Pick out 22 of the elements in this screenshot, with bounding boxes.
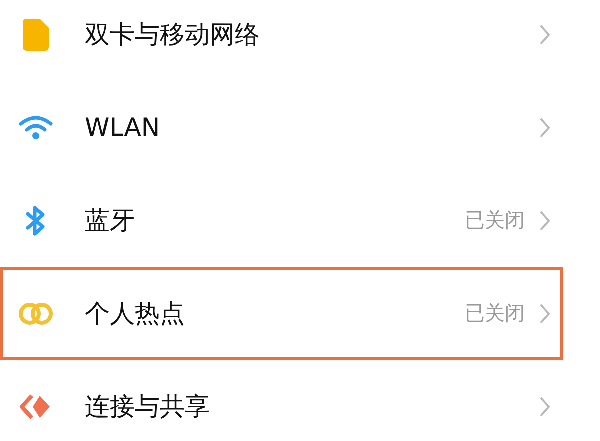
item-label: 个人热点	[85, 298, 186, 330]
wifi-icon	[19, 114, 53, 140]
settings-item[interactable]: WLAN	[0, 81, 600, 174]
linked-rings-icon	[18, 302, 54, 326]
chevron-icon	[539, 24, 551, 46]
bluetooth-icon	[25, 204, 47, 236]
settings-item[interactable]: 个人热点 已关闭	[0, 267, 563, 360]
chevron-icon	[539, 396, 551, 418]
chevron-icon	[539, 210, 551, 232]
chevron-icon	[539, 302, 551, 324]
settings-item[interactable]: 双卡与移动网络	[0, 0, 600, 81]
chevron-icon	[539, 116, 551, 138]
settings-item[interactable]: 连接与共享	[0, 360, 600, 441]
item-label: 双卡与移动网络	[85, 19, 261, 51]
item-label: 蓝牙	[85, 205, 136, 237]
item-label: WLAN	[85, 113, 162, 142]
settings-item[interactable]: 蓝牙 已关闭	[0, 174, 600, 267]
sim-card-icon	[23, 18, 49, 50]
item-label: 连接与共享	[85, 391, 211, 423]
status-text: 已关闭	[465, 300, 525, 327]
share-icon	[19, 392, 53, 420]
status-text: 已关闭	[465, 207, 525, 234]
